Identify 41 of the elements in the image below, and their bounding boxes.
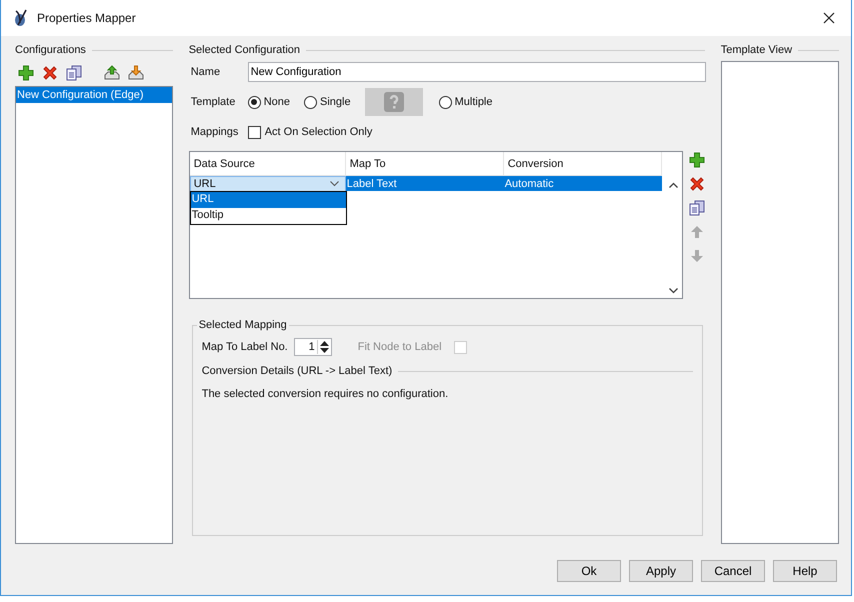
dialog-button[interactable]: Help: [773, 560, 837, 582]
field-label: Mappings: [190, 126, 240, 138]
add-icon[interactable]: [18, 65, 34, 81]
section-title: Conversion Details (URL -> Label Text): [202, 365, 392, 377]
section-title: Selected Configuration: [188, 44, 300, 56]
table-cell: Label Text: [346, 176, 504, 191]
dropdown-option[interactable]: URL: [190, 192, 346, 208]
delete-icon[interactable]: [688, 176, 705, 192]
scroll-up-icon[interactable]: [668, 182, 678, 188]
section-title: Selected Mapping: [196, 319, 289, 331]
act-on-selection-checkbox[interactable]: Act On Selection Only: [248, 126, 372, 138]
template-radio[interactable]: Multiple: [438, 96, 492, 108]
copy-icon[interactable]: [66, 65, 82, 81]
name-field[interactable]: New Configuration: [248, 62, 706, 82]
close-icon[interactable]: [823, 12, 835, 24]
template-radio[interactable]: None: [248, 96, 290, 108]
dropdown-option[interactable]: Tooltip: [190, 208, 346, 224]
add-icon[interactable]: [688, 152, 705, 168]
info-message: The selected conversion requires no configuration.: [202, 388, 450, 400]
question-icon: [382, 91, 405, 113]
chevron-down-icon: [330, 181, 339, 187]
field-label: Name: [190, 66, 222, 78]
dialog-button[interactable]: Apply: [629, 560, 693, 582]
label-number-spinner[interactable]: 1: [294, 338, 332, 356]
delete-icon[interactable]: [42, 65, 58, 81]
section-title: Template View: [720, 44, 792, 56]
app-logo-icon: [13, 9, 29, 27]
template-radio[interactable]: Single: [304, 96, 351, 108]
table-cell: Automatic: [504, 176, 662, 191]
copy-icon[interactable]: [688, 200, 705, 216]
section-title: Configurations: [15, 44, 86, 56]
field-label: Map To Label No.: [202, 341, 288, 353]
scroll-down-icon[interactable]: [668, 288, 678, 294]
field-label: Template: [190, 96, 236, 108]
export-icon[interactable]: [128, 65, 144, 81]
dialog-button[interactable]: Ok: [557, 560, 621, 582]
window-title: Properties Mapper: [37, 11, 136, 25]
import-icon[interactable]: [104, 65, 120, 81]
dialog-button[interactable]: Cancel: [701, 560, 765, 582]
configuration-item[interactable]: New Configuration (Edge): [16, 87, 172, 103]
data-source-combo[interactable]: URL: [190, 176, 346, 192]
